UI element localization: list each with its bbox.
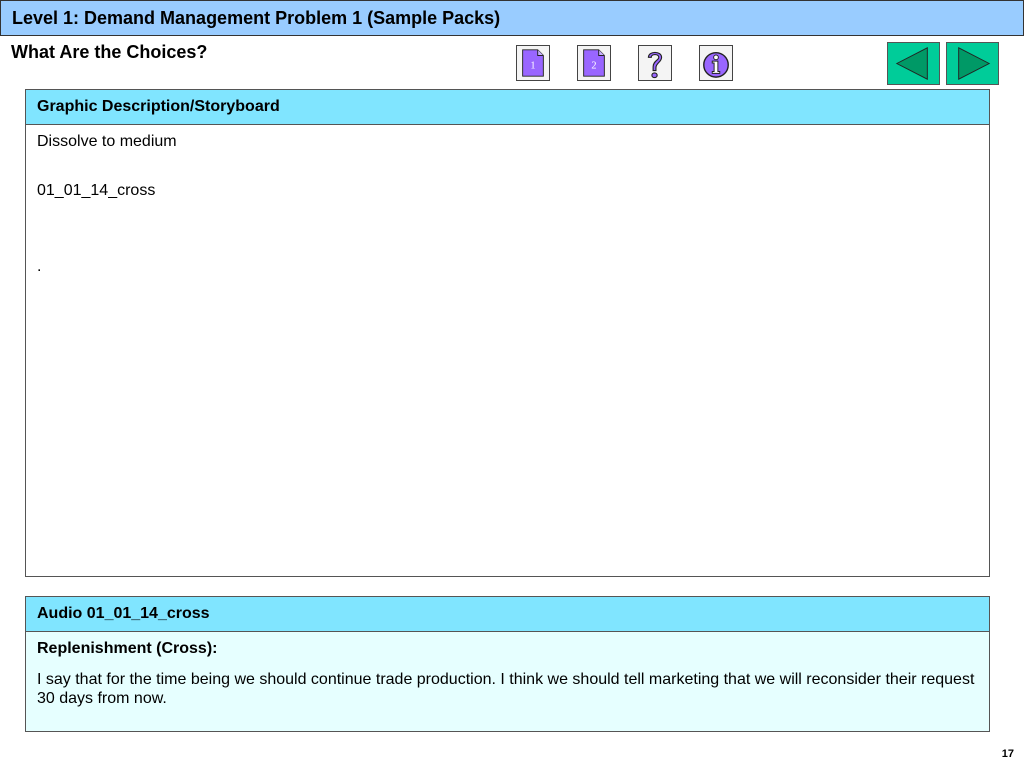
next-slide-button[interactable] [946,42,999,85]
graphic-line-transition: Dissolve to medium [37,133,177,150]
page-1-button[interactable]: 1 [516,45,550,81]
slide-title: Level 1: Demand Management Problem 1 (Sa… [12,8,501,28]
forward-arrow-icon [958,46,991,81]
audio-panel: Audio 01_01_14_cross Replenishment (Cros… [25,596,990,732]
back-arrow-icon [895,46,928,81]
page-1-label: 1 [530,61,535,72]
slide-subtitle: What Are the Choices? [11,42,208,62]
audio-panel-header: Audio 01_01_14_cross [26,597,989,632]
audio-speaker-heading: Replenishment (Cross): [37,640,218,657]
page-2-label: 2 [591,61,596,72]
audio-script-text: I say that for the time being we should … [37,671,975,707]
slide-title-bar: Level 1: Demand Management Problem 1 (Sa… [0,0,1024,36]
graphic-line-dot: . [37,258,42,275]
help-icon [647,51,663,79]
info-button[interactable] [699,45,733,81]
help-button[interactable] [638,45,672,81]
graphic-line-asset: 01_01_14_cross [37,182,156,199]
info-icon [703,51,729,78]
graphic-panel-header: Graphic Description/Storyboard [26,90,989,125]
document-1-icon: 1 [522,49,544,77]
graphic-panel-body: Dissolve to medium 01_01_14_cross . [26,125,989,283]
page-number: 17 [1001,748,1014,760]
page-2-button[interactable]: 2 [577,45,611,81]
audio-panel-body: Replenishment (Cross): I say that for th… [26,632,989,715]
document-2-icon: 2 [583,49,605,77]
previous-slide-button[interactable] [887,42,940,85]
graphic-description-panel: Graphic Description/Storyboard Dissolve … [25,89,990,577]
